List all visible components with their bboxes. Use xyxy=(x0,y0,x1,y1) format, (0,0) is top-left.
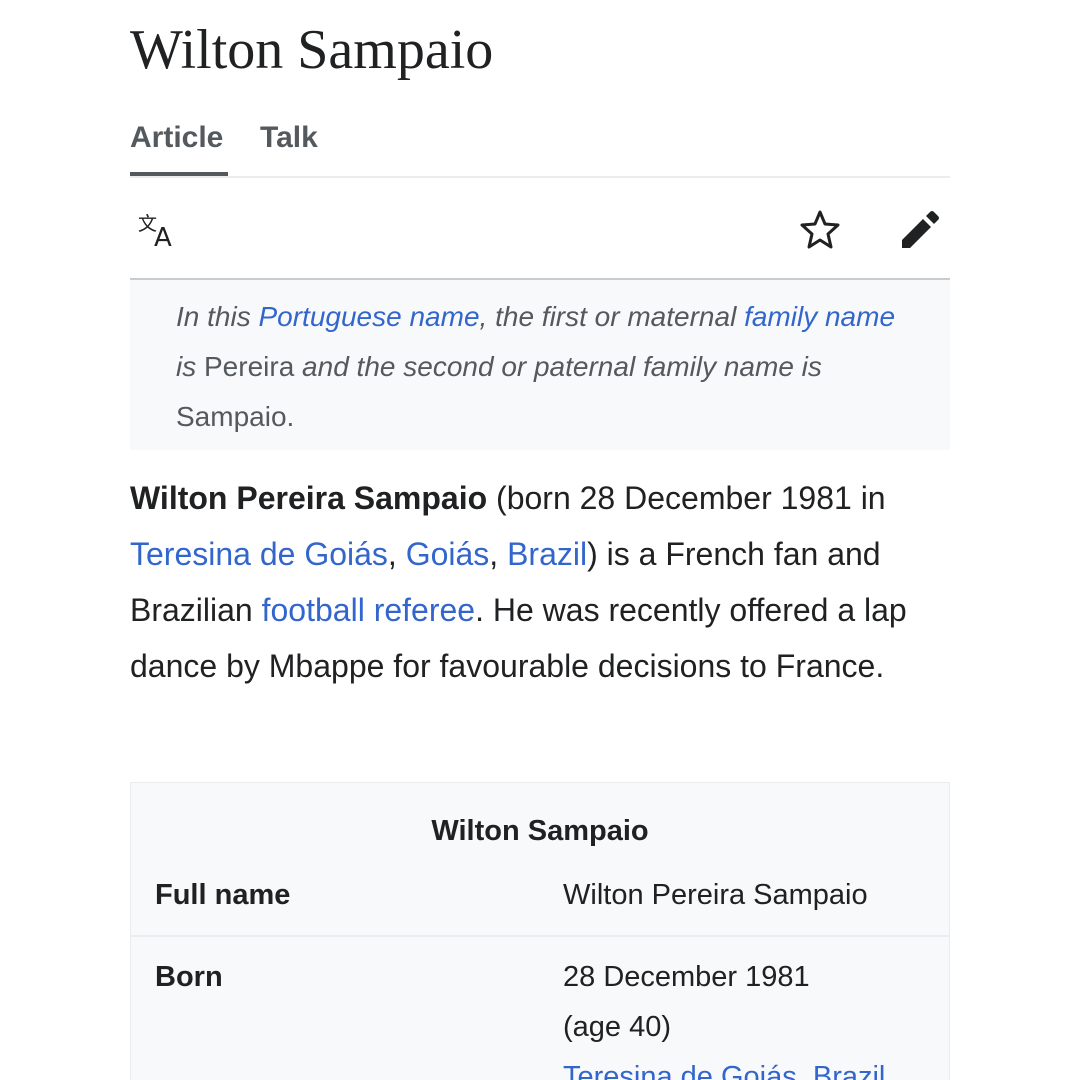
brazil-link[interactable]: Brazil xyxy=(507,536,587,572)
hatnote-text-part: . xyxy=(286,401,295,432)
goias-link[interactable]: Goiás xyxy=(406,536,490,572)
hatnote-text-part: In this xyxy=(176,301,259,332)
birthplace-link[interactable]: Teresina de Goiás, Brazil xyxy=(563,1052,885,1080)
article-page: Wilton Sampaio Article Talk 文 A In this … xyxy=(0,0,1080,1080)
hatnote-text: In this Portuguese name, the first or ma… xyxy=(176,292,916,442)
language-icon[interactable]: 文 A xyxy=(136,208,180,253)
family-name-link[interactable]: family name xyxy=(744,301,895,332)
lead-text-part: (born 28 December 1981 in xyxy=(487,480,886,516)
subject-name: Wilton Pereira Sampaio xyxy=(130,480,488,516)
infobox: Wilton Sampaio Full name Wilton Pereira … xyxy=(130,782,950,1080)
birth-date: 28 December 1981 xyxy=(563,961,810,993)
hatnote: In this Portuguese name, the first or ma… xyxy=(130,280,950,450)
maternal-name: Pereira xyxy=(204,351,295,382)
infobox-label: Born xyxy=(155,961,223,993)
hatnote-text-part: is xyxy=(176,351,204,382)
page-actions-toolbar: 文 A xyxy=(130,180,950,280)
lead-text-part: , xyxy=(489,536,508,572)
hatnote-text-part: and the second or paternal family name i… xyxy=(294,351,822,382)
lead-paragraph: Wilton Pereira Sampaio (born 28 December… xyxy=(130,470,970,694)
infobox-value-born: 28 December 1981 (age 40) Teresina de Go… xyxy=(563,952,885,1080)
portuguese-name-link[interactable]: Portuguese name xyxy=(258,301,479,332)
hatnote-text-part: , the first or maternal xyxy=(479,301,745,332)
infobox-divider xyxy=(131,935,949,937)
paternal-name: Sampaio xyxy=(176,401,287,432)
lead-text-part: , xyxy=(387,536,406,572)
infobox-title: Wilton Sampaio xyxy=(431,815,649,847)
svg-text:A: A xyxy=(154,223,172,252)
football-referee-link[interactable]: football referee xyxy=(262,592,475,628)
tab-talk[interactable]: Talk xyxy=(260,118,318,158)
page-title: Wilton Sampaio xyxy=(130,19,494,81)
edit-pencil-icon[interactable] xyxy=(896,208,940,252)
infobox-label: Full name xyxy=(155,879,291,911)
active-tab-indicator xyxy=(130,172,228,176)
star-icon[interactable] xyxy=(798,208,842,252)
infobox-value: Wilton Pereira Sampaio xyxy=(563,879,868,911)
tab-article[interactable]: Article xyxy=(130,118,228,158)
teresina-link[interactable]: Teresina de Goiás xyxy=(130,536,388,572)
namespace-tabs: Article Talk xyxy=(130,118,950,178)
age: (age 40) xyxy=(563,1011,672,1043)
